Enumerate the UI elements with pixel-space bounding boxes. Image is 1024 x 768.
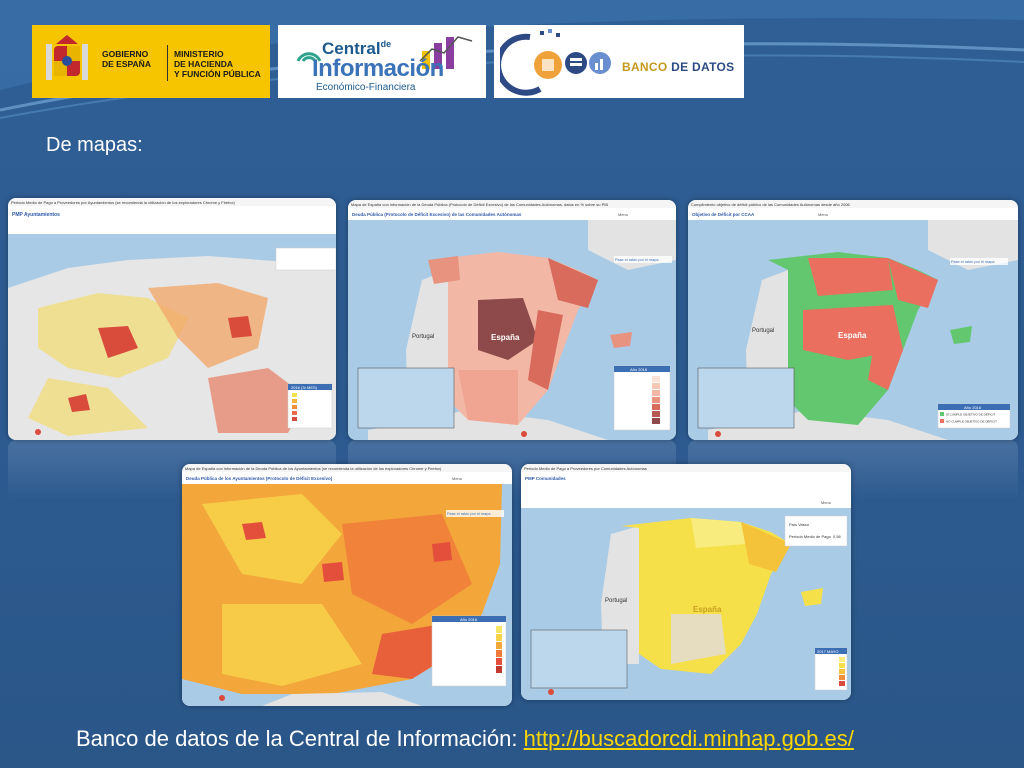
country-label: España bbox=[693, 605, 722, 614]
central-de-text: de bbox=[380, 39, 392, 49]
legend-title: Año 2016 bbox=[630, 367, 648, 372]
country-label: España bbox=[838, 331, 867, 340]
gobierno-line2: DE ESPAÑA bbox=[102, 59, 151, 69]
map-deficit-ccaa[interactable]: Cumplimiento objetivo de déficit público… bbox=[688, 200, 1018, 440]
neighbor-label: Portugal bbox=[605, 598, 627, 604]
map-pmp-ayuntamientos[interactable]: Periodo Medio de Pago a Proveedores por … bbox=[8, 198, 336, 440]
map-pin-icon bbox=[715, 431, 721, 437]
hover-hint: Pase el ratón por el mapa bbox=[615, 258, 659, 262]
map-legend bbox=[431, 615, 507, 687]
hover-hint: Pase el ratón por el mapa bbox=[951, 260, 995, 264]
map-legend bbox=[613, 365, 671, 431]
map-tab[interactable]: PMP Ayuntamientos bbox=[12, 212, 60, 218]
menu-button[interactable]: Menu bbox=[452, 476, 462, 481]
map-deuda-ccaa[interactable]: Mapa de España con información de la Deu… bbox=[348, 200, 676, 440]
menu-button[interactable]: Menu bbox=[821, 500, 831, 505]
info-box bbox=[784, 515, 848, 547]
info-metric: Periodo Medio de Pago bbox=[789, 534, 832, 539]
legend-item: SÍ CUMPLE OBJETIVO DE DÉFICIT bbox=[946, 412, 996, 417]
map-header: Periodo Medio de Pago a Proveedores por … bbox=[524, 466, 647, 471]
neighbor-label: Portugal bbox=[412, 334, 434, 340]
coat-of-arms-icon bbox=[46, 35, 88, 80]
footer-caption: Banco de datos de la Central de Informac… bbox=[76, 726, 854, 752]
map-tab[interactable]: Deuda Pública de los Ayuntamientos (Prot… bbox=[186, 476, 333, 481]
logo-divider bbox=[167, 45, 168, 81]
banco-datos-emblem-icon bbox=[500, 29, 611, 96]
hover-hint: Pase el ratón por el mapa bbox=[447, 512, 491, 516]
gobierno-logo: GOBIERNO DE ESPAÑA MINISTERIO DE HACIEND… bbox=[32, 25, 270, 98]
info-region: País Vasco bbox=[789, 522, 810, 527]
municipality-map[interactable] bbox=[8, 256, 336, 440]
country-label: España bbox=[491, 333, 520, 342]
informacion-word: Información bbox=[312, 55, 444, 82]
section-heading: De mapas: bbox=[46, 134, 143, 156]
ministerio-line1: MINISTERIO bbox=[174, 49, 224, 59]
map-header: Cumplimiento objetivo de déficit público… bbox=[691, 202, 851, 207]
legend-title: 2017 MAYO bbox=[817, 649, 839, 654]
banco-word: BANCO bbox=[622, 60, 668, 74]
canary-inset bbox=[357, 367, 455, 429]
central-subtitle: Económico-Financiera bbox=[316, 82, 416, 93]
menu-button[interactable]: Menu bbox=[818, 212, 828, 217]
legend-title: Año 2016 bbox=[964, 405, 982, 410]
banco-datos-title: BANCO DE DATOS bbox=[622, 60, 734, 74]
map-pin-icon bbox=[219, 695, 225, 701]
map-tab[interactable]: Deuda Pública (Protocolo de Déficit Exce… bbox=[352, 212, 522, 217]
map-tab[interactable]: Objetivo de Déficit por CCAA bbox=[692, 212, 755, 217]
gobierno-line1: GOBIERNO bbox=[102, 49, 149, 59]
gobierno-text: GOBIERNO DE ESPAÑA bbox=[102, 49, 151, 69]
ministerio-text: MINISTERIO DE HACIENDA Y FUNCIÓN PÚBLICA bbox=[174, 49, 261, 79]
info-value: 0,56 bbox=[833, 534, 842, 539]
de-datos-word: DE DATOS bbox=[671, 60, 735, 74]
footer-text: Banco de datos de la Central de Informac… bbox=[76, 726, 524, 751]
central-informacion-logo: Centralde Información Económico-Financie… bbox=[278, 25, 486, 98]
banco-datos-logo: BANCO DE DATOS bbox=[494, 25, 744, 98]
canary-inset bbox=[697, 367, 795, 429]
map-pin-icon bbox=[548, 689, 554, 695]
map-pmp-ccaa[interactable]: Periodo Medio de Pago a Proveedores por … bbox=[521, 464, 851, 700]
map-deuda-ayuntamientos[interactable]: Mapa de España con información de la Deu… bbox=[182, 464, 512, 706]
buscador-link[interactable]: http://buscadorcdi.minhap.gob.es/ bbox=[524, 726, 854, 751]
legend-title: 2016 (3r MES) bbox=[291, 385, 318, 390]
legend-title: Año 2016 bbox=[460, 617, 478, 622]
map-tab[interactable]: PMP Comunidades bbox=[525, 476, 566, 481]
map-header: Mapa de España con información de la Deu… bbox=[351, 202, 608, 207]
menu-button[interactable]: Menu bbox=[618, 212, 628, 217]
ministerio-line2: DE HACIENDA bbox=[174, 59, 234, 69]
map-pin-icon bbox=[521, 431, 527, 437]
map-pin-icon bbox=[35, 429, 41, 435]
neighbor-label: Portugal bbox=[752, 328, 774, 334]
canary-inset bbox=[530, 629, 628, 689]
ministerio-line3: Y FUNCIÓN PÚBLICA bbox=[174, 69, 261, 79]
map-header: Periodo Medio de Pago a Proveedores por … bbox=[11, 200, 235, 205]
legend-item: NO CUMPLE OBJETIVO DE DÉFICIT bbox=[946, 419, 997, 424]
map-header: Mapa de España con información de la Deu… bbox=[185, 466, 442, 471]
